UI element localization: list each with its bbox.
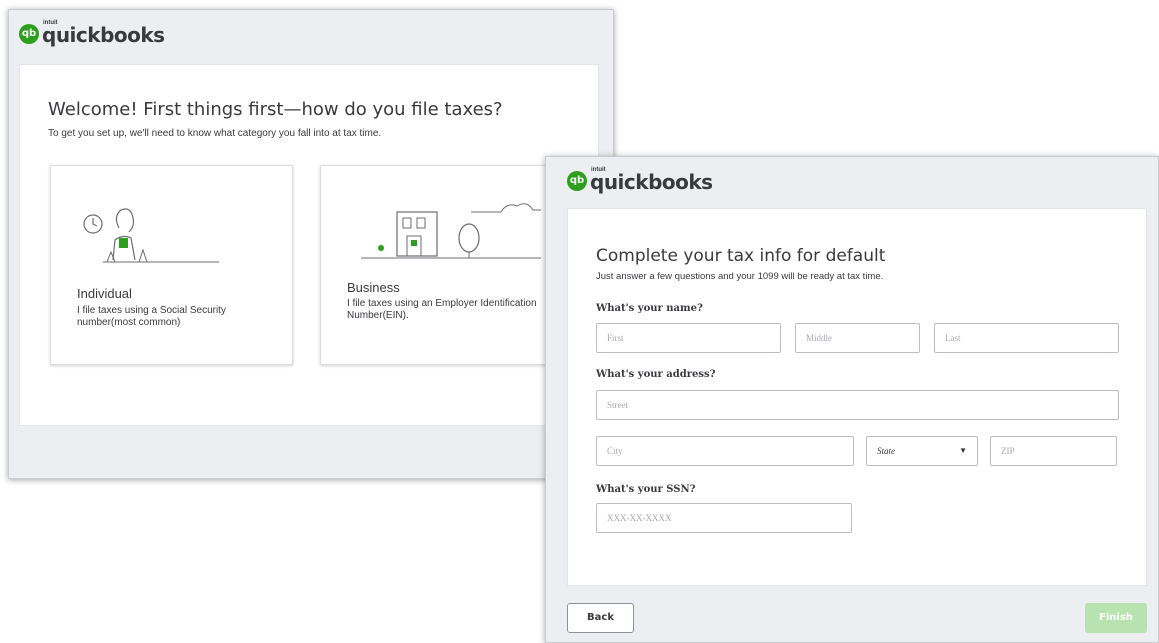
business-option-title: Business [347,280,400,295]
individual-option-card[interactable]: Individual I file taxes using a Social S… [50,165,293,365]
tax-category-window: qb intuit quickbooks Welcome! First thin… [8,9,614,479]
business-option-description: I file taxes using an Employer Identific… [347,298,537,321]
state-select[interactable]: State ▼ [866,436,978,466]
ssn-section-label: What's your SSN? [596,484,696,495]
quickbooks-logo: qb intuit quickbooks [567,167,713,192]
form-subtitle: Just answer a few questions and your 109… [596,271,884,282]
back-button[interactable]: Back [567,603,634,633]
street-input[interactable] [596,390,1119,420]
page-subtitle: To get you set up, we'll need to know wh… [48,128,382,139]
tax-category-panel: Welcome! First things first—how do you f… [19,64,599,426]
individual-option-description: I file taxes using a Social Security num… [77,305,226,328]
chevron-down-icon: ▼ [959,446,967,455]
business-illustration-icon [361,203,541,259]
form-title: Complete your tax info for default [596,246,886,266]
middle-name-input[interactable] [795,323,920,353]
quickbooks-logo: qb intuit quickbooks [19,20,165,45]
first-name-input[interactable] [596,323,781,353]
state-select-value: State [877,446,895,456]
page-title: Welcome! First things first—how do you f… [48,99,503,120]
last-name-input[interactable] [934,323,1119,353]
quickbooks-wordmark: quickbooks [42,23,165,47]
address-section-label: What's your address? [596,369,716,380]
business-option-card[interactable]: Business I file taxes using an Employer … [320,165,550,365]
finish-button[interactable]: Finish [1085,603,1147,633]
name-section-label: What's your name? [596,303,703,314]
quickbooks-logo-icon: qb [19,24,39,44]
ssn-input[interactable] [596,503,852,533]
quickbooks-wordmark: quickbooks [590,170,713,194]
individual-option-title: Individual [77,286,132,301]
tax-info-panel: Complete your tax info for default Just … [567,208,1147,586]
city-input[interactable] [596,436,854,466]
quickbooks-logo-icon: qb [567,171,587,191]
individual-illustration-icon [83,208,219,263]
zip-input[interactable] [990,436,1117,466]
tax-info-window: qb intuit quickbooks Complete your tax i… [545,156,1159,643]
